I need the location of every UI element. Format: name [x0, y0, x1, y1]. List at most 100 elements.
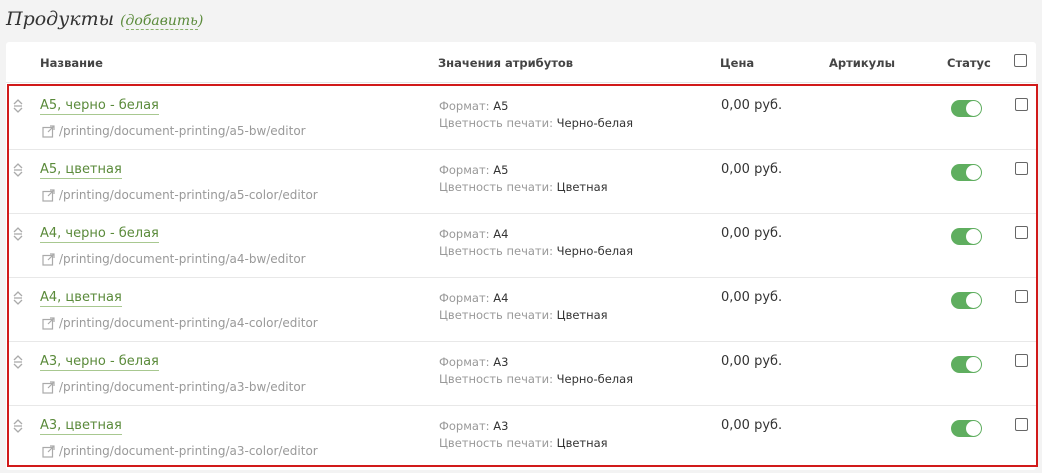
table-row: А3, черно - белая /printing/document-pri… — [9, 342, 1036, 406]
table-row: А3, цветная /printing/document-printing/… — [9, 406, 1036, 470]
product-url: /printing/document-printing/a3-bw/editor — [59, 380, 306, 394]
table-body: А5, черно - белая /printing/document-pri… — [7, 84, 1038, 467]
attribute-values: Формат: А4 Цветность печати: Цветная — [439, 290, 608, 324]
table-row: А4, черно - белая /printing/document-pri… — [9, 214, 1036, 278]
price-value: 0,00 руб. — [721, 98, 783, 113]
column-header-status[interactable]: Статус — [947, 56, 991, 70]
format-value: А5 — [493, 99, 509, 113]
toggle-knob — [966, 293, 981, 308]
column-header-price[interactable]: Цена — [720, 56, 754, 70]
format-value: А5 — [493, 163, 509, 177]
format-label: Формат: — [439, 99, 490, 113]
drag-handle-icon[interactable] — [13, 418, 23, 433]
status-toggle[interactable] — [951, 356, 982, 373]
external-link-icon — [42, 316, 55, 330]
row-checkbox[interactable] — [1015, 290, 1028, 303]
external-link-icon — [42, 252, 55, 266]
color-label: Цветность печати: — [439, 308, 553, 322]
price-value: 0,00 руб. — [721, 162, 783, 177]
status-toggle[interactable] — [951, 292, 982, 309]
attribute-values: Формат: А5 Цветность печати: Черно-белая — [439, 98, 633, 132]
product-url: /printing/document-printing/a4-bw/editor — [59, 252, 306, 266]
product-url-link[interactable]: /printing/document-printing/a4-color/edi… — [42, 316, 318, 330]
format-label: Формат: — [439, 291, 490, 305]
product-url: /printing/document-printing/a5-color/edi… — [59, 188, 318, 202]
row-checkbox[interactable] — [1015, 354, 1028, 367]
row-checkbox[interactable] — [1015, 226, 1028, 239]
toggle-knob — [966, 421, 981, 436]
external-link-icon — [42, 124, 55, 138]
drag-handle-icon[interactable] — [13, 98, 23, 113]
product-url: /printing/document-printing/a5-bw/editor — [59, 124, 306, 138]
row-checkbox[interactable] — [1015, 98, 1028, 111]
table-header: Название Значения атрибутов Цена Артикул… — [6, 42, 1036, 83]
price-value: 0,00 руб. — [721, 354, 783, 369]
page-header: Продукты (добавить) — [6, 8, 203, 30]
color-label: Цветность печати: — [439, 372, 553, 386]
row-checkbox[interactable] — [1015, 418, 1028, 431]
product-name-link[interactable]: А4, цветная — [40, 290, 122, 307]
toggle-knob — [966, 357, 981, 372]
attribute-values: Формат: А5 Цветность печати: Цветная — [439, 162, 608, 196]
add-product-link[interactable]: (добавить) — [120, 13, 203, 30]
column-header-sku[interactable]: Артикулы — [829, 56, 895, 70]
column-header-attributes[interactable]: Значения атрибутов — [438, 56, 573, 70]
format-value: А3 — [493, 419, 509, 433]
product-url-link[interactable]: /printing/document-printing/a4-bw/editor — [42, 252, 306, 266]
format-label: Формат: — [439, 419, 490, 433]
page-title: Продукты — [6, 8, 115, 30]
color-value: Черно-белая — [556, 116, 634, 130]
color-label: Цветность печати: — [439, 436, 553, 450]
external-link-icon — [42, 444, 55, 458]
products-table: Название Значения атрибутов Цена Артикул… — [6, 42, 1038, 470]
product-url-link[interactable]: /printing/document-printing/a5-color/edi… — [42, 188, 318, 202]
add-link-label: добавить — [125, 13, 198, 30]
table-row: А5, цветная /printing/document-printing/… — [9, 150, 1036, 214]
status-toggle[interactable] — [951, 228, 982, 245]
product-name-link[interactable]: А5, цветная — [40, 162, 122, 179]
attribute-values: Формат: А3 Цветность печати: Черно-белая — [439, 354, 633, 388]
drag-handle-icon[interactable] — [13, 290, 23, 305]
product-url-link[interactable]: /printing/document-printing/a3-color/edi… — [42, 444, 318, 458]
color-value: Цветная — [556, 436, 608, 450]
toggle-knob — [966, 165, 981, 180]
product-url: /printing/document-printing/a4-color/edi… — [59, 316, 318, 330]
product-name-link[interactable]: А4, черно - белая — [40, 226, 159, 243]
product-name-link[interactable]: А3, черно - белая — [40, 354, 159, 371]
color-label: Цветность печати: — [439, 244, 553, 258]
drag-handle-icon[interactable] — [13, 354, 23, 369]
color-label: Цветность печати: — [439, 180, 553, 194]
color-value: Цветная — [556, 308, 608, 322]
drag-handle-icon[interactable] — [13, 226, 23, 241]
select-all-checkbox[interactable] — [1014, 54, 1027, 67]
color-label: Цветность печати: — [439, 116, 553, 130]
format-value: А4 — [493, 227, 509, 241]
color-value: Цветная — [556, 180, 608, 194]
toggle-knob — [966, 101, 981, 116]
row-checkbox[interactable] — [1015, 162, 1028, 175]
column-header-name[interactable]: Название — [40, 56, 103, 70]
product-url: /printing/document-printing/a3-color/edi… — [59, 444, 318, 458]
external-link-icon — [42, 188, 55, 202]
format-label: Формат: — [439, 227, 490, 241]
product-url-link[interactable]: /printing/document-printing/a3-bw/editor — [42, 380, 306, 394]
format-label: Формат: — [439, 355, 490, 369]
product-url-link[interactable]: /printing/document-printing/a5-bw/editor — [42, 124, 306, 138]
status-toggle[interactable] — [951, 100, 982, 117]
format-label: Формат: — [439, 163, 490, 177]
table-row: А5, черно - белая /printing/document-pri… — [9, 86, 1036, 150]
product-name-link[interactable]: А3, цветная — [40, 418, 122, 435]
price-value: 0,00 руб. — [721, 226, 783, 241]
attribute-values: Формат: А3 Цветность печати: Цветная — [439, 418, 608, 452]
attribute-values: Формат: А4 Цветность печати: Черно-белая — [439, 226, 633, 260]
format-value: А4 — [493, 291, 509, 305]
color-value: Черно-белая — [556, 372, 634, 386]
product-name-link[interactable]: А5, черно - белая — [40, 98, 159, 115]
drag-handle-icon[interactable] — [13, 162, 23, 177]
status-toggle[interactable] — [951, 420, 982, 437]
price-value: 0,00 руб. — [721, 418, 783, 433]
toggle-knob — [966, 229, 981, 244]
status-toggle[interactable] — [951, 164, 982, 181]
color-value: Черно-белая — [556, 244, 634, 258]
price-value: 0,00 руб. — [721, 290, 783, 305]
